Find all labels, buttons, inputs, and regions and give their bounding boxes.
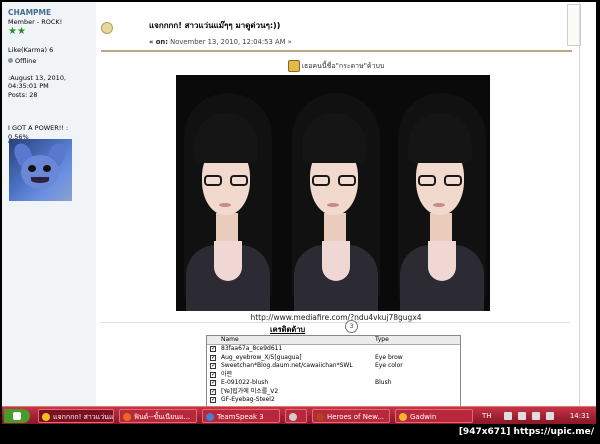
row-checkbox[interactable]: ✓: [210, 380, 216, 386]
credits-table: Name Type ✓ 83faa67a_8ce9d611 ✓ Aug_eyeb…: [206, 335, 461, 406]
taskbar-item-label: Heroes of New...: [327, 413, 385, 421]
table-row: ✓ [Ye]립가에 미소를_V2: [207, 388, 460, 397]
avatar: [9, 139, 72, 201]
page-border: [579, 2, 580, 406]
post-title[interactable]: แจกกกก! สาวแว่นแม๊ๆๆ มาดูด่วนๆ:)): [149, 19, 280, 32]
windows-logo-icon: [13, 412, 21, 420]
teamspeak-icon: [206, 413, 214, 421]
arrow-icon[interactable]: [504, 412, 512, 420]
row-name: 83faa67a_8ce9d611: [221, 345, 283, 352]
link-divider: [100, 322, 570, 323]
join-date: :August 13, 2010, 04:35:01 PM: [8, 74, 67, 90]
post-date-value: November 13, 2010, 12:04:53 AM »: [170, 38, 292, 46]
post-date: « on: November 13, 2010, 12:04:53 AM »: [149, 38, 292, 46]
row-checkbox[interactable]: ✓: [210, 354, 216, 361]
image-host-footer: [947x671] https://upic.me/: [0, 424, 600, 444]
row-checkbox[interactable]: ✓: [210, 346, 216, 352]
taskbar-item-tool[interactable]: [285, 409, 307, 423]
windows-taskbar: แจกกกก! สาวแว่นแม... ฟินด์--ขั้นเนียนแ..…: [2, 406, 596, 425]
character-right: [390, 75, 490, 311]
system-tray: TH 14:31: [478, 409, 594, 423]
row-name: GF-Eyebag-Steel2: [221, 396, 275, 403]
row-checkbox[interactable]: ✓: [210, 363, 216, 369]
taskbar-item-gadwin[interactable]: Gadwin: [395, 409, 473, 423]
post-divider: [101, 50, 572, 52]
rank-stars-icon: ★★: [8, 26, 26, 37]
chrome-icon: [42, 413, 50, 421]
row-checkbox[interactable]: ✓: [210, 371, 216, 378]
caption-text: เธอคนนี้ชื่อ"กระดาษ"ค้าบบ: [301, 62, 385, 70]
game-icon: [316, 413, 324, 421]
post-date-prefix: « on:: [149, 38, 168, 46]
start-button[interactable]: [4, 409, 30, 423]
table-row: ✓ E-091022-blush Blush: [207, 379, 460, 388]
row-name: Sweetchan*Blog.daum.net/cawaiichan*SWL: [221, 362, 353, 369]
taskbar-item-heroes[interactable]: Heroes of New...: [312, 409, 390, 423]
status-label: Offline: [15, 57, 37, 65]
column-header-type[interactable]: Type: [375, 336, 389, 344]
character-center: [284, 75, 388, 311]
sims-character-image[interactable]: [176, 75, 490, 311]
watermark: [947x671] https://upic.me/: [458, 427, 594, 437]
online-status: Offline: [8, 57, 36, 65]
poster-profile: CHAMPME Member - ROCK! ★★ Like(Karma) 6 …: [2, 2, 96, 406]
taskbar-item-browser[interactable]: แจกกกก! สาวแว่นแม...: [38, 409, 114, 423]
glasses-icon: [418, 175, 462, 187]
taskbar-item-label: TeamSpeak 3: [217, 413, 264, 421]
table-row: ✓ 83faa67a_8ce9d611: [207, 345, 460, 354]
image-caption: เธอคนนี้ชื่อ"กระดาษ"ค้าบบ: [100, 60, 572, 72]
caption-icon: [287, 60, 300, 72]
row-name: 아련: [221, 370, 233, 378]
post-count: Posts: 28: [8, 91, 38, 99]
tray-app-icon[interactable]: [546, 412, 554, 420]
table-header: Name Type: [207, 336, 460, 345]
firefox-icon: [123, 413, 131, 421]
character-left: [176, 75, 280, 311]
volume-icon[interactable]: [532, 412, 540, 420]
username-link[interactable]: CHAMPME: [8, 8, 51, 17]
taskbar-item-label: Gadwin: [410, 413, 437, 421]
karma-count: Like(Karma) 6: [8, 46, 54, 54]
network-icon[interactable]: [518, 412, 526, 420]
column-header-name[interactable]: Name: [221, 336, 239, 344]
table-row: ✓ 아련: [207, 371, 460, 380]
download-link[interactable]: http://www.mediafire.com/?ndu4vkuj78gugx…: [100, 313, 572, 322]
post-icon: [101, 22, 113, 34]
row-type: Eye color: [375, 362, 403, 369]
glasses-icon: [312, 175, 356, 187]
row-checkbox[interactable]: ✓: [210, 388, 216, 395]
taskbar-item-firefox[interactable]: ฟินด์--ขั้นเนียนแ...: [119, 409, 197, 423]
credit-badge: 3: [345, 320, 358, 333]
member-rank: Member - ROCK!: [8, 18, 63, 26]
table-row: ✓ GF-Eyebag-Steel2: [207, 396, 460, 405]
gear-icon: [289, 413, 297, 421]
power-label: I GOT A POWER!! :: [8, 124, 69, 132]
row-name: Aug_eyebrow_X/5[guagua]: [221, 353, 302, 361]
row-name: E-091022-blush: [221, 379, 269, 386]
row-checkbox[interactable]: ✓: [210, 397, 216, 403]
row-type: Blush: [375, 379, 392, 386]
clock[interactable]: 14:31: [570, 409, 590, 423]
folder-icon: [399, 413, 407, 421]
table-row: ✓ Aug_eyebrow_X/5[guagua] Eye brow: [207, 354, 460, 363]
taskbar-item-label: แจกกกก! สาวแว่นแม...: [53, 413, 114, 421]
row-type: Eye brow: [375, 353, 403, 361]
table-row: ✓ Sweetchan*Blog.daum.net/cawaiichan*SWL…: [207, 362, 460, 371]
taskbar-item-label: ฟินด์--ขั้นเนียนแ...: [134, 413, 191, 421]
forum-page: CHAMPME Member - ROCK! ★★ Like(Karma) 6 …: [2, 2, 596, 406]
taskbar-item-teamspeak[interactable]: TeamSpeak 3: [202, 409, 280, 423]
glasses-icon: [204, 175, 248, 187]
row-name: [Ye]립가에 미소를_V2: [221, 387, 279, 395]
language-indicator[interactable]: TH: [482, 409, 492, 423]
status-dot-icon: [8, 58, 13, 63]
